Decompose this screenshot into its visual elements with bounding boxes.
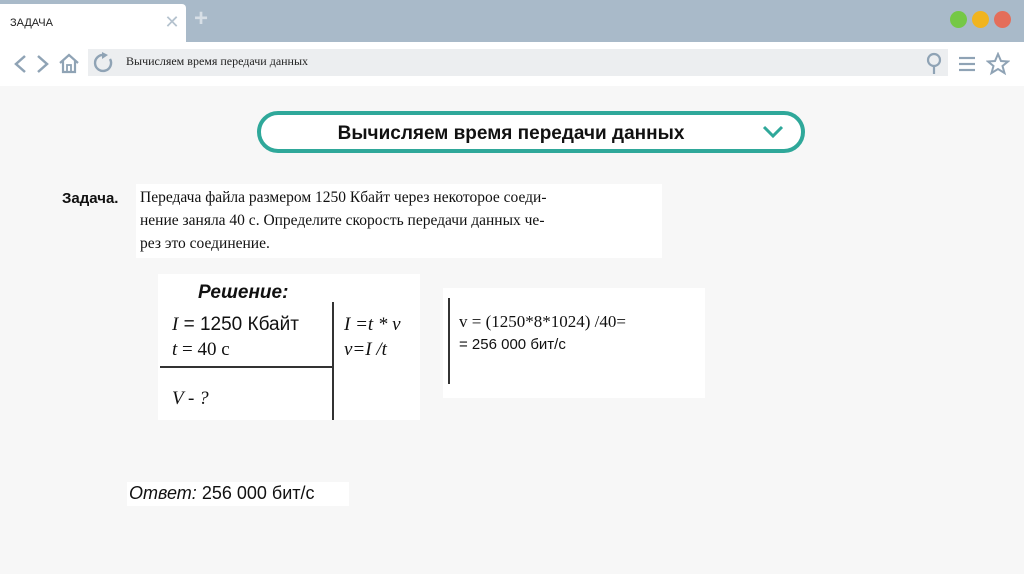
answer-text: Ответ: 256 000 бит/с — [129, 483, 315, 504]
home-icon[interactable] — [58, 52, 80, 74]
search-icon[interactable] — [924, 52, 944, 76]
answer-block: Ответ: 256 000 бит/с — [127, 482, 349, 506]
divider — [332, 302, 334, 420]
given-size: I = 1250 Кбайт — [172, 314, 299, 336]
divider — [160, 366, 332, 368]
close-icon[interactable]: ✕ — [163, 13, 181, 31]
answer-label: Ответ: — [129, 483, 197, 503]
calculation-result: = 256 000 бит/с — [459, 336, 566, 353]
task-line: Передача файла размером 1250 Кбайт через… — [140, 189, 547, 206]
given-time-value: = 40 с — [177, 339, 230, 360]
minimize-button[interactable] — [972, 11, 989, 28]
task-line: рез это соединение. — [140, 235, 270, 252]
browser-tab[interactable]: ЗАДАЧА ✕ — [0, 4, 186, 42]
answer-value: 256 000 бит/с — [196, 483, 315, 503]
task-label: Задача. — [62, 190, 119, 207]
task-line: нение заняла 40 с. Определите скорость п… — [140, 212, 545, 229]
find-unknown: V - ? — [172, 388, 209, 409]
menu-icon[interactable] — [958, 55, 976, 73]
close-window-button[interactable] — [994, 11, 1011, 28]
given-time: t = 40 с — [172, 339, 230, 361]
formula-speed: v=I /t — [344, 339, 387, 360]
given-size-value: = 1250 Кбайт — [178, 314, 299, 335]
task-text-block: Передача файла размером 1250 Кбайт через… — [136, 184, 662, 258]
maximize-button[interactable] — [950, 11, 967, 28]
divider — [448, 298, 450, 384]
calculation-block: v = (1250*8*1024) /40= = 256 000 бит/с — [443, 288, 705, 398]
forward-arrow-icon[interactable] — [35, 54, 51, 74]
back-arrow-icon[interactable] — [12, 54, 28, 74]
new-tab-icon[interactable]: + — [190, 7, 212, 31]
formula-size: I =t * v — [344, 314, 401, 335]
address-text[interactable]: Вычисляем время передачи данных — [126, 54, 308, 69]
section-title: Вычисляем время передачи данных — [337, 123, 685, 144]
reload-icon[interactable] — [93, 52, 115, 74]
calculation-formula: v = (1250*8*1024) /40= — [459, 312, 626, 331]
chevron-down-icon[interactable] — [761, 123, 785, 141]
section-header[interactable]: Вычисляем время передачи данных — [257, 111, 805, 153]
browser-titlebar: ЗАДАЧА ✕ + — [0, 0, 1024, 42]
tab-title: ЗАДАЧА — [10, 17, 53, 29]
solution-title: Решение: — [198, 282, 289, 303]
solution-block: Решение: I = 1250 Кбайт t = 40 с I =t * … — [158, 274, 420, 420]
star-icon[interactable] — [986, 52, 1010, 76]
